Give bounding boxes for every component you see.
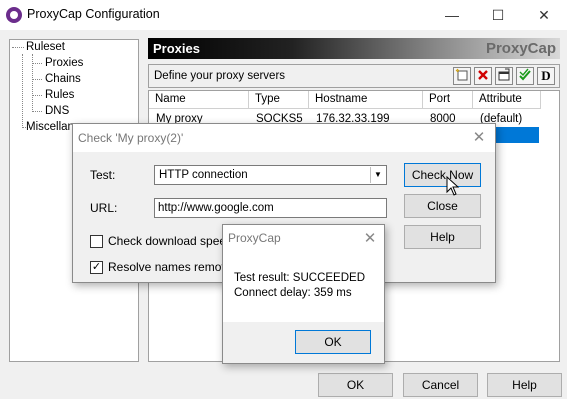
help-button[interactable]: Help — [487, 373, 562, 397]
maximize-button[interactable]: ☐ — [475, 0, 521, 30]
url-label: URL: — [90, 201, 118, 215]
tree-item-dns[interactable]: DNS — [45, 104, 69, 118]
test-type-select[interactable]: HTTP connection ▼ — [154, 165, 387, 185]
proxycap-app-icon — [6, 7, 22, 23]
test-label: Test: — [90, 168, 116, 182]
result-body: Test result: SUCCEEDED Connect delay: 35… — [223, 253, 384, 322]
tree-connector — [32, 111, 42, 112]
resolve-names-label[interactable]: Resolve names remotely — [108, 260, 240, 274]
result-dialog: ProxyCap ✕ Test result: SUCCEEDED Connec… — [222, 224, 385, 364]
check-now-button[interactable]: Check Now — [404, 163, 481, 187]
check-dialog-title: Check 'My proxy(2)' — [78, 131, 184, 145]
ok-button[interactable]: OK — [318, 373, 393, 397]
tree-connector — [32, 95, 42, 96]
check-dialog-close-icon[interactable]: ✕ — [468, 127, 490, 149]
panel-title: Proxies — [153, 41, 200, 56]
check-dialog-title-bar: Check 'My proxy(2)' ✕ — [73, 124, 495, 152]
result-dialog-close-icon[interactable]: ✕ — [359, 228, 381, 250]
test-result-text: Test result: SUCCEEDED — [234, 272, 366, 284]
tree-connector — [32, 79, 42, 80]
result-dialog-title-bar: ProxyCap ✕ — [223, 225, 384, 253]
tree-item-proxies[interactable]: Proxies — [45, 56, 83, 70]
mouse-cursor-icon — [446, 176, 460, 196]
delete-icon[interactable] — [474, 67, 492, 85]
column-header-name[interactable]: Name — [149, 91, 249, 109]
panel-header: Proxies ProxyCap — [148, 38, 560, 59]
check-proxy-icon[interactable] — [516, 67, 534, 85]
column-header-port[interactable]: Port — [423, 91, 473, 109]
result-dialog-title: ProxyCap — [228, 231, 281, 245]
tree-connector — [12, 47, 24, 48]
panel-brand: ProxyCap — [485, 40, 556, 57]
dialog-help-button[interactable]: Help — [404, 225, 481, 249]
panel-subtitle-bar: Define your proxy servers D — [148, 64, 560, 88]
connect-delay-text: Connect delay: 359 ms — [234, 287, 352, 299]
url-input[interactable]: http://www.google.com — [154, 198, 387, 218]
check-download-checkbox[interactable] — [90, 235, 103, 248]
close-dialog-button[interactable]: Close — [404, 194, 481, 218]
new-proxy-icon[interactable] — [453, 67, 471, 85]
test-type-value: HTTP connection — [159, 169, 248, 181]
window-title: ProxyCap Configuration — [27, 7, 160, 21]
default-icon[interactable]: D — [537, 67, 555, 85]
column-header-type[interactable]: Type — [249, 91, 309, 109]
result-ok-button[interactable]: OK — [295, 330, 371, 354]
minimize-button[interactable]: — — [429, 0, 475, 30]
chevron-down-icon[interactable]: ▼ — [370, 167, 385, 183]
properties-icon[interactable] — [495, 67, 513, 85]
close-button[interactable]: ✕ — [521, 0, 567, 30]
tree-connector — [22, 54, 23, 128]
column-header-attribute[interactable]: Attribute — [473, 91, 541, 109]
title-bar: ProxyCap Configuration — ☐ ✕ — [0, 0, 567, 30]
check-download-label[interactable]: Check download speed — [108, 234, 233, 248]
resolve-names-checkbox[interactable]: ✓ — [90, 261, 103, 274]
tree-connector — [32, 63, 42, 64]
cancel-button[interactable]: Cancel — [403, 373, 478, 397]
tree-item-ruleset[interactable]: Ruleset — [26, 40, 65, 54]
column-header-hostname[interactable]: Hostname — [309, 91, 423, 109]
tree-item-rules[interactable]: Rules — [45, 88, 74, 102]
tree-item-chains[interactable]: Chains — [45, 72, 81, 86]
panel-subtitle: Define your proxy servers — [154, 70, 286, 82]
